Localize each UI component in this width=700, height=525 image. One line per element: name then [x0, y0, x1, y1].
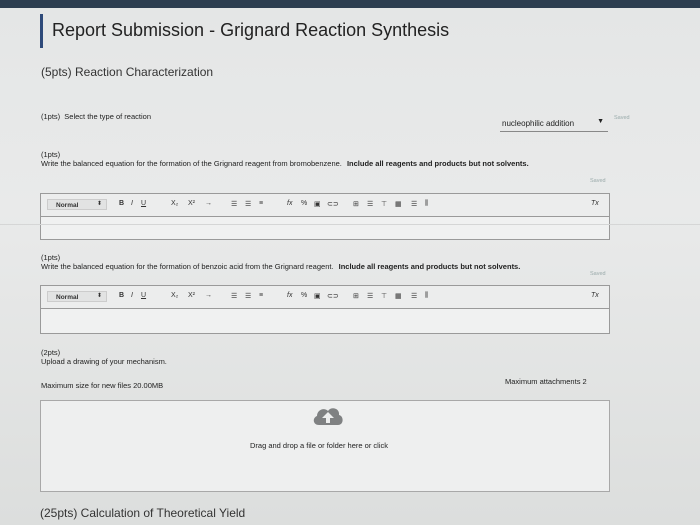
dropzone-text: Drag and drop a file or folder here or c…	[250, 441, 388, 450]
q3-answer-input[interactable]	[41, 309, 609, 333]
italic-button[interactable]: I	[131, 200, 133, 207]
bold-button[interactable]: B	[119, 292, 124, 299]
superscript-button[interactable]: X²	[188, 200, 195, 207]
clear-format-button[interactable]: Tx	[591, 292, 599, 299]
top-bar	[0, 0, 700, 8]
reaction-type-value: nucleophilic addition	[502, 119, 575, 128]
ordered-list-icon[interactable]: ☰	[231, 200, 237, 208]
align-icon[interactable]: ≡	[259, 292, 263, 299]
q2-points: (1pts)	[41, 150, 61, 159]
q3-points: (1pts)	[41, 253, 61, 262]
max-attachments-label: Maximum attachments 2	[505, 377, 587, 386]
q2-prompt-line: Write the balanced equation for the form…	[41, 159, 529, 168]
q2-answer-input[interactable]	[41, 217, 609, 239]
q3-instruction: Include all reagents and products but no…	[338, 262, 521, 271]
underline-button[interactable]: U	[141, 292, 146, 299]
table-icon[interactable]: ⊞	[353, 200, 359, 208]
clear-format-button[interactable]: Tx	[591, 200, 599, 207]
italic-button[interactable]: I	[131, 292, 133, 299]
formula-icon[interactable]: fx	[287, 292, 292, 299]
q3-prompt-line: Write the balanced equation for the form…	[41, 262, 520, 271]
link-icon[interactable]: ⊂⊃	[327, 200, 339, 208]
q4-prompt: Upload a drawing of your mechanism.	[41, 357, 167, 366]
table-split-icon[interactable]: ⫼	[425, 200, 428, 208]
special-char-icon[interactable]: %	[301, 200, 307, 207]
table-merge-icon[interactable]: ▦	[395, 200, 402, 208]
ordered-list-icon[interactable]: ☰	[231, 292, 237, 300]
q2-editor: Normal ⬍ B I U X₂ X² → ☰ ☰ ≡ fx % ▣ ⊂⊃ ⊞…	[40, 193, 610, 240]
q1-points: (1pts)	[41, 112, 61, 121]
subscript-button[interactable]: X₂	[171, 292, 178, 299]
section-heading-characterization: (5pts) Reaction Characterization	[41, 65, 214, 79]
q2-prompt: Write the balanced equation for the form…	[41, 159, 342, 168]
q3-saved-status: Saved	[590, 271, 606, 277]
section-heading-theoretical-yield: (25pts) Calculation of Theoretical Yield	[40, 506, 246, 520]
table-icon[interactable]: ⊞	[353, 292, 359, 300]
table-delete-icon[interactable]: ☰	[411, 200, 417, 208]
table-row-icon[interactable]: ☰	[367, 200, 373, 208]
align-icon[interactable]: ≡	[259, 200, 263, 207]
link-icon[interactable]: ⊂⊃	[327, 292, 339, 300]
table-row-icon[interactable]: ☰	[367, 292, 373, 300]
style-caret-icon: ⬍	[97, 201, 103, 207]
arrow-button[interactable]: →	[205, 200, 212, 207]
table-split-icon[interactable]: ⫼	[425, 292, 428, 300]
cloud-upload-icon	[313, 408, 343, 425]
chevron-down-icon: ▼	[597, 118, 604, 125]
reaction-type-select[interactable]: nucleophilic addition ▼	[500, 115, 608, 132]
page-title: Report Submission - Grignard Reaction Sy…	[52, 20, 450, 40]
divider	[0, 224, 700, 225]
q3-prompt: Write the balanced equation for the form…	[41, 262, 334, 271]
table-delete-icon[interactable]: ☰	[411, 292, 417, 300]
special-char-icon[interactable]: %	[301, 292, 307, 299]
title-accent	[40, 14, 43, 48]
formula-icon[interactable]: fx	[287, 200, 292, 207]
underline-button[interactable]: U	[141, 200, 146, 207]
q2-toolbar: Normal ⬍ B I U X₂ X² → ☰ ☰ ≡ fx % ▣ ⊂⊃ ⊞…	[41, 194, 609, 217]
bold-button[interactable]: B	[119, 200, 124, 207]
q4-points: (2pts)	[41, 348, 61, 357]
q2-saved-status: Saved	[590, 178, 606, 184]
table-col-icon[interactable]: ⊤	[381, 200, 387, 208]
max-size-label: Maximum size for new files 20.00MB	[41, 381, 164, 390]
arrow-button[interactable]: →	[205, 292, 212, 299]
q3-editor: Normal ⬍ B I U X₂ X² → ☰ ☰ ≡ fx % ▣ ⊂⊃ ⊞…	[40, 285, 610, 334]
subscript-button[interactable]: X₂	[171, 200, 178, 207]
unordered-list-icon[interactable]: ☰	[245, 200, 251, 208]
image-icon[interactable]: ▣	[314, 292, 321, 300]
table-col-icon[interactable]: ⊤	[381, 292, 387, 300]
unordered-list-icon[interactable]: ☰	[245, 292, 251, 300]
q1-saved-status: Saved	[614, 115, 630, 121]
superscript-button[interactable]: X²	[188, 292, 195, 299]
page: Report Submission - Grignard Reaction Sy…	[0, 0, 700, 525]
q1-label: (1pts) Select the type of reaction	[41, 112, 151, 121]
q2-instruction: Include all reagents and products but no…	[346, 159, 529, 168]
image-icon[interactable]: ▣	[314, 200, 321, 208]
q3-toolbar: Normal ⬍ B I U X₂ X² → ☰ ☰ ≡ fx % ▣ ⊂⊃ ⊞…	[41, 286, 609, 309]
q1-prompt: Select the type of reaction	[64, 112, 151, 121]
table-merge-icon[interactable]: ▦	[395, 292, 402, 300]
style-caret-icon: ⬍	[97, 293, 103, 299]
